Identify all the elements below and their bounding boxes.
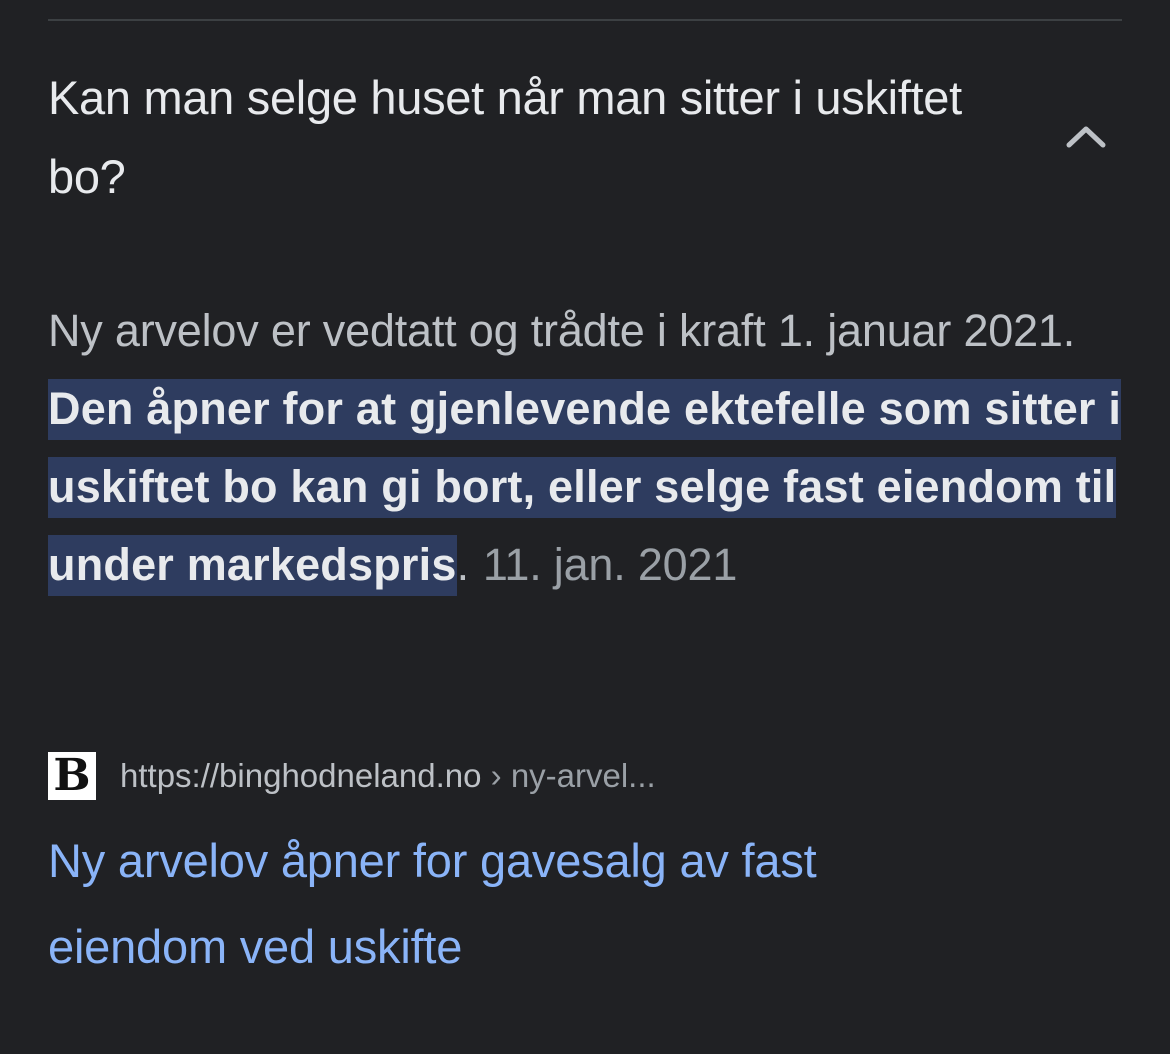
source-domain: https://binghodneland.no xyxy=(120,757,482,794)
chevron-up-icon xyxy=(1066,126,1106,148)
section-divider xyxy=(48,19,1122,21)
favicon-letter: B xyxy=(53,750,91,801)
result-title-link[interactable]: Ny arvelov åpner for gavesalg av fast ei… xyxy=(48,818,1008,990)
faq-question[interactable]: Kan man selge huset når man sitter i usk… xyxy=(48,58,978,216)
site-favicon: B xyxy=(48,752,96,800)
source-breadcrumb: › ny-arvel... xyxy=(490,757,656,794)
answer-end: . xyxy=(456,539,470,590)
collapse-button[interactable] xyxy=(1058,108,1114,164)
faq-answer: Ny arvelov er vedtatt og trådte i kraft … xyxy=(48,292,1128,604)
source-url[interactable]: https://binghodneland.no › ny-arvel... xyxy=(120,757,656,795)
answer-date: 11. jan. 2021 xyxy=(482,539,738,590)
answer-intro: Ny arvelov er vedtatt og trådte i kraft … xyxy=(48,305,1076,356)
source-citation[interactable]: B https://binghodneland.no › ny-arvel... xyxy=(48,752,656,800)
